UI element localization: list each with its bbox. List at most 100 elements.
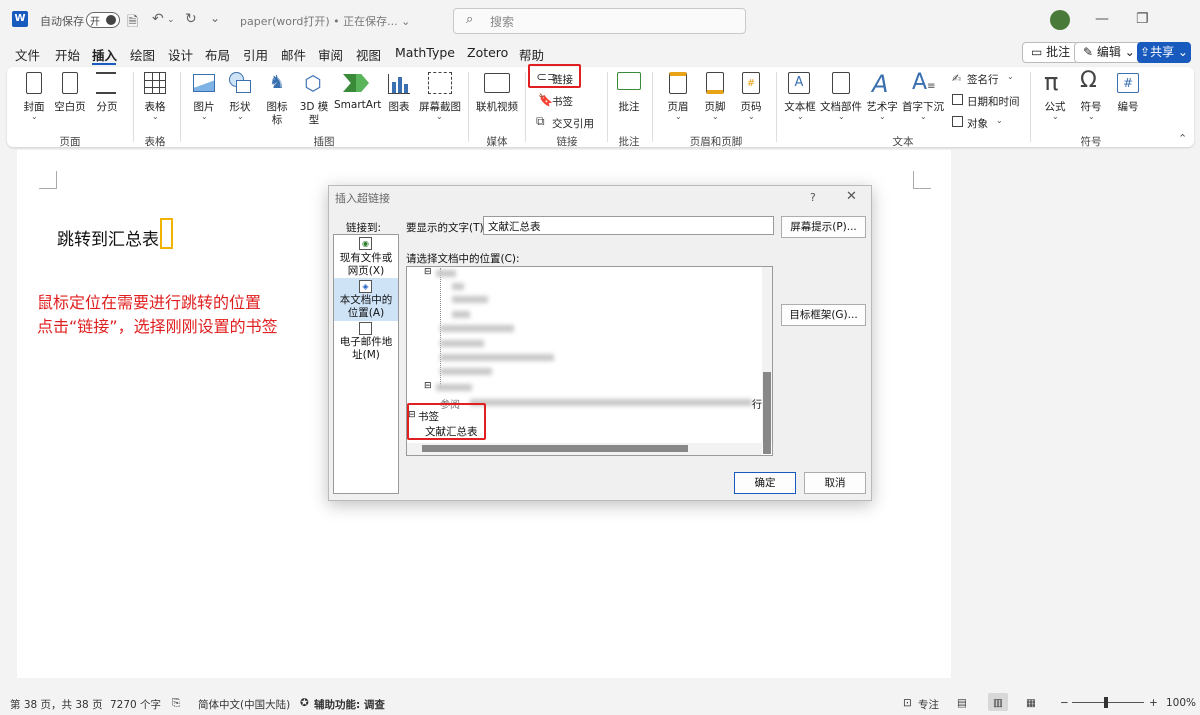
restore-button[interactable]: ❐ [1136, 11, 1149, 27]
tab-home[interactable]: 开始 [55, 45, 80, 64]
collapse-ribbon-icon[interactable]: ⌃ [1178, 132, 1187, 145]
tab-references[interactable]: 引用 [243, 45, 268, 64]
tree-expander[interactable]: ⊟ [424, 267, 432, 277]
chevron-down-icon[interactable]: ⌄ [879, 112, 886, 121]
close-icon[interactable]: ✕ [846, 189, 857, 204]
vertical-scroll-thumb[interactable] [763, 372, 771, 454]
tab-help[interactable]: 帮助 [519, 45, 544, 64]
shapes-square-icon [236, 80, 251, 93]
screentip-button[interactable]: 屏幕提示(P)... [781, 216, 866, 238]
undo-icon[interactable]: ↶ [152, 11, 164, 27]
chevron-down-icon[interactable]: ⌄ [748, 112, 755, 121]
word-count[interactable]: 7270 个字 [110, 697, 161, 712]
text-box-icon: A [788, 72, 810, 94]
nav-email-address[interactable]: 电子邮件地址(M) [335, 336, 397, 362]
blurred-heading [436, 270, 456, 277]
share-icon: ⇪ [1140, 45, 1151, 59]
ok-button[interactable]: 确定 [734, 472, 796, 494]
zoom-level[interactable]: 100% [1166, 697, 1196, 709]
chevron-down-icon[interactable]: ⌄ [237, 112, 244, 121]
date-time-button[interactable]: 日期和时间 [967, 94, 1020, 109]
save-icon[interactable]: 🗎 [127, 11, 138, 35]
language[interactable]: 简体中文(中国大陆) [198, 697, 290, 712]
read-mode-icon[interactable]: ▤ [957, 697, 967, 709]
chevron-down-icon[interactable]: ⌄ [797, 112, 804, 121]
share-button[interactable]: ⇪共享 ⌄ [1137, 42, 1191, 63]
tab-insert[interactable]: 插入 [92, 45, 117, 64]
document-title[interactable]: paper(word打开) • 正在保存... ⌄ [240, 13, 410, 29]
comment-icon: ▭ [1031, 45, 1047, 59]
tab-draw[interactable]: 绘图 [130, 45, 155, 64]
display-text-input[interactable]: 文献汇总表 [483, 216, 774, 235]
tab-layout[interactable]: 布局 [205, 45, 230, 64]
chevron-down-icon[interactable]: ⌄ [712, 112, 719, 121]
bookmark-button[interactable]: 书签 [552, 94, 573, 109]
chevron-down-icon[interactable]: ⌄ [1007, 72, 1014, 81]
redo-icon[interactable]: ↻ [185, 11, 197, 27]
dialog-title: 插入超链接 [335, 192, 390, 205]
editing-button[interactable]: ✎ 编辑 ⌄ [1074, 42, 1144, 63]
chevron-down-icon[interactable]: ⌄ [152, 112, 159, 121]
avatar[interactable] [1050, 10, 1070, 30]
signature-line-button[interactable]: 签名行 [967, 72, 999, 87]
blank-page-button[interactable]: 空白页 [53, 99, 87, 114]
zoom-in-icon[interactable]: + [1149, 697, 1158, 709]
horizontal-scroll-thumb[interactable] [422, 445, 688, 452]
undo-dropdown-icon[interactable]: ⌄ [167, 15, 175, 25]
chevron-down-icon[interactable]: ⌄ [31, 112, 38, 121]
document-text-line[interactable]: 跳转到汇总表 [57, 225, 159, 250]
chevron-down-icon[interactable]: ⌄ [920, 112, 927, 121]
nav-existing-file[interactable]: 现有文件或网页(X) [335, 252, 397, 278]
customize-toolbar-icon[interactable]: ⌄ [210, 11, 220, 25]
chevron-down-icon[interactable]: ⌄ [675, 112, 682, 121]
tab-view[interactable]: 视图 [356, 45, 381, 64]
zoom-out-icon[interactable]: − [1060, 697, 1069, 709]
target-frame-button[interactable]: 目标框架(G)... [781, 304, 866, 326]
new-comment-button[interactable]: 批注 [616, 99, 642, 114]
tab-file[interactable]: 文件 [15, 45, 40, 64]
help-icon[interactable]: ? [810, 191, 816, 204]
proofing-icon[interactable]: ⎘ [172, 697, 180, 710]
toggle-knob [106, 15, 116, 25]
online-video-button[interactable]: 联机视频 [474, 99, 520, 114]
web-layout-icon[interactable]: ▦ [1026, 697, 1036, 709]
object-button[interactable]: 对象 [967, 116, 988, 131]
cover-page-icon [26, 72, 42, 94]
page-count[interactable]: 第 38 页，共 38 页 [10, 697, 103, 712]
chevron-down-icon[interactable]: ⌄ [996, 116, 1003, 125]
tab-mailings[interactable]: 邮件 [281, 45, 306, 64]
tree-expander[interactable]: ⊟ [424, 381, 432, 391]
chart-button[interactable]: 图表 [385, 99, 413, 114]
nav-this-document[interactable]: 本文档中的位置(A) [335, 294, 397, 320]
blurred-heading [440, 340, 484, 347]
chevron-down-icon[interactable]: ⌄ [1052, 112, 1059, 121]
numbering-button[interactable]: 编号 [1114, 99, 1142, 114]
comments-button[interactable]: ▭ 批注 [1022, 42, 1080, 63]
group-divider [607, 72, 608, 142]
focus-mode[interactable]: 专注 [918, 697, 939, 712]
tab-design[interactable]: 设计 [168, 45, 193, 64]
chevron-down-icon[interactable]: ⌄ [436, 112, 443, 121]
online-video-icon [484, 73, 510, 93]
tab-mathtype[interactable]: MathType [395, 45, 455, 60]
zoom-slider-track[interactable] [1072, 702, 1144, 703]
chevron-down-icon[interactable]: ⌄ [1088, 112, 1095, 121]
icons-button-line2: 标 [271, 114, 283, 126]
drop-cap-icon: A≡ [912, 70, 936, 95]
zoom-slider-thumb[interactable] [1104, 697, 1108, 708]
link-button[interactable]: 链接 [552, 72, 573, 87]
smartart-button[interactable]: SmartArt [334, 99, 381, 111]
accessibility-status[interactable]: 辅助功能: 调查 [314, 697, 385, 712]
chevron-down-icon[interactable]: ⌄ [201, 112, 208, 121]
minimize-button[interactable]: — [1095, 11, 1109, 27]
group-divider [776, 72, 777, 142]
page-break-button[interactable]: 分页 [94, 99, 120, 114]
cancel-button[interactable]: 取消 [804, 472, 866, 494]
cross-reference-button[interactable]: 交叉引用 [552, 116, 594, 131]
group-label-header-footer: 页眉和页脚 [689, 136, 743, 148]
blurred-heading [470, 399, 752, 406]
chevron-down-icon[interactable]: ⌄ [838, 112, 845, 121]
tab-zotero[interactable]: Zotero [467, 45, 508, 60]
print-layout-icon[interactable]: ▥ [993, 697, 1003, 709]
tab-review[interactable]: 审阅 [318, 45, 343, 64]
